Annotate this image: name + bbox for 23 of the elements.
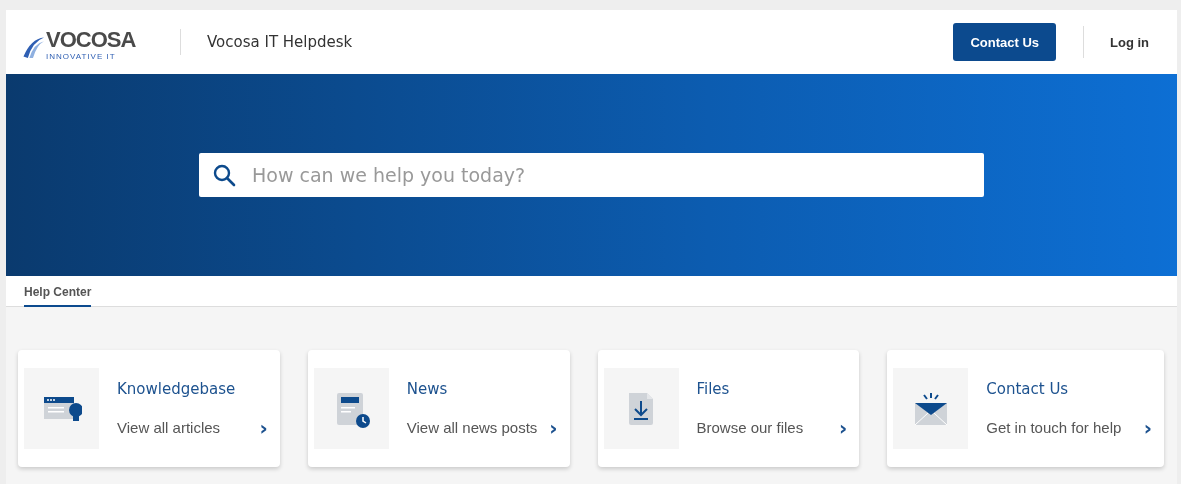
contact-button[interactable]: Contact Us	[953, 23, 1056, 61]
card-title[interactable]: Knowledgebase	[117, 379, 274, 398]
card-link[interactable]: View all articles	[117, 419, 221, 436]
chevron-icon[interactable]: ›	[1143, 417, 1152, 438]
chevron-icon[interactable]: ›	[259, 417, 268, 438]
card[interactable]: Contact Us Get in touch for help ›	[887, 350, 1164, 467]
tab[interactable]: Help Center	[24, 276, 92, 307]
card-title[interactable]: Contact Us	[986, 379, 1158, 398]
card-link[interactable]: View all news posts	[406, 419, 538, 436]
site-title: Vocosa IT Helpdesk	[207, 33, 353, 51]
search-field[interactable]: How can we help you today?	[199, 153, 984, 197]
logo-text: VOCOSA	[46, 28, 136, 52]
card[interactable]: Files Browse our files ›	[597, 350, 860, 467]
card-title[interactable]: Files	[696, 379, 854, 398]
chevron-icon[interactable]: ›	[839, 417, 848, 438]
card[interactable]: Knowledgebase View all articles ›	[18, 350, 280, 467]
card[interactable]: News View all news posts ›	[307, 350, 570, 467]
login-link[interactable]: Log in	[1110, 34, 1149, 50]
card-link[interactable]: Get in touch for help	[986, 419, 1122, 436]
card-link[interactable]: Browse our files	[696, 419, 804, 436]
card-title[interactable]: News	[406, 379, 564, 398]
logo-tagline: INNOVATIVE IT	[46, 52, 116, 62]
chevron-icon[interactable]: ›	[549, 417, 558, 438]
